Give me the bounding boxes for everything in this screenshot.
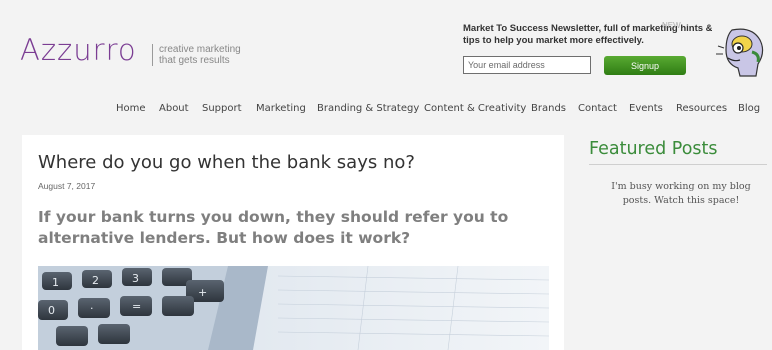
tagline-line1: creative marketing xyxy=(159,44,241,55)
nav-support[interactable]: Support xyxy=(202,103,242,114)
tagline: creative marketing that gets results xyxy=(152,44,241,66)
blog-post: Where do you go when the bank says no? A… xyxy=(22,135,564,350)
signup-button[interactable]: Signup xyxy=(604,56,686,75)
logo[interactable]: Azzurro xyxy=(20,33,137,67)
newsletter-corner-label: NEW xyxy=(662,21,681,30)
nav-contact[interactable]: Contact xyxy=(578,103,617,114)
svg-text:2: 2 xyxy=(92,274,99,287)
nav-brands[interactable]: Brands xyxy=(531,103,566,114)
nav-blog[interactable]: Blog xyxy=(738,103,760,114)
svg-text:3: 3 xyxy=(132,272,139,285)
post-lead: If your bank turns you down, they should… xyxy=(38,208,509,247)
post-title[interactable]: Where do you go when the bank says no? xyxy=(38,152,415,173)
nav-home[interactable]: Home xyxy=(116,103,146,114)
nav-about[interactable]: About xyxy=(159,103,189,114)
svg-text:1: 1 xyxy=(52,276,59,289)
svg-text:+: + xyxy=(198,286,207,299)
post-image[interactable]: 1 2 3 +0 · = xyxy=(38,266,549,350)
mascot-avatar-icon xyxy=(712,24,768,80)
post-date: August 7, 2017 xyxy=(38,181,96,191)
nav-resources[interactable]: Resources xyxy=(676,103,727,114)
featured-posts-title: Featured Posts xyxy=(589,139,718,159)
svg-text:·: · xyxy=(90,302,94,315)
nav-content-creativity[interactable]: Content & Creativity xyxy=(424,103,526,114)
tagline-line2: that gets results xyxy=(159,55,230,66)
email-input[interactable] xyxy=(463,56,591,74)
nav-marketing[interactable]: Marketing xyxy=(256,103,306,114)
featured-divider xyxy=(589,164,767,165)
featured-posts-text: I'm busy working on my blog posts. Watch… xyxy=(611,181,751,206)
svg-text:0: 0 xyxy=(48,304,55,317)
main-nav: Home About Support Marketing Branding & … xyxy=(0,103,772,117)
nav-branding-strategy[interactable]: Branding & Strategy xyxy=(317,103,419,114)
calculator-image: 1 2 3 +0 · = xyxy=(38,266,549,350)
nav-events[interactable]: Events xyxy=(629,103,663,114)
page: Azzurro creative marketing that gets res… xyxy=(0,0,772,350)
svg-text:=: = xyxy=(132,300,141,313)
